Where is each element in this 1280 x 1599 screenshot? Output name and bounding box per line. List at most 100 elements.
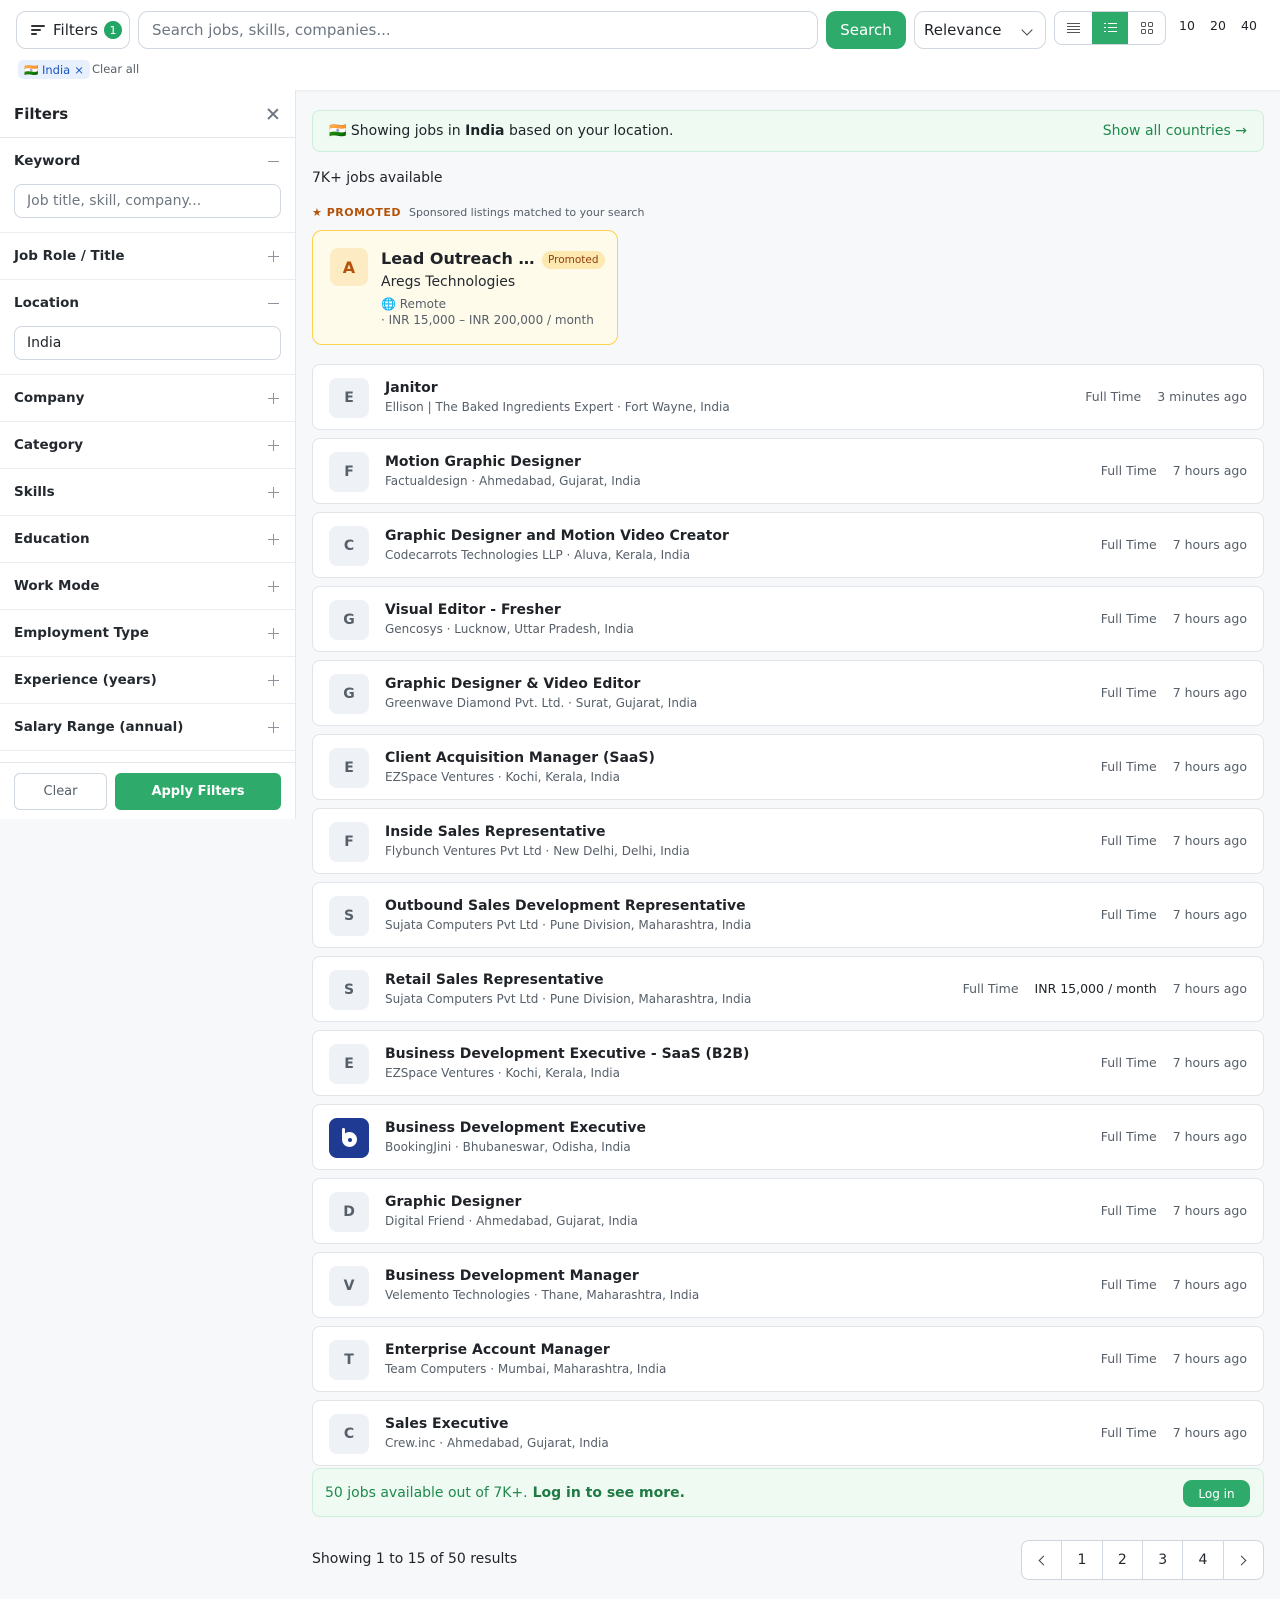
- plus-icon: [268, 250, 279, 262]
- posted-time: 7 hours ago: [1172, 1203, 1247, 1218]
- filter-section-label: Company: [14, 390, 85, 406]
- job-title[interactable]: Outbound Sales Development Representativ…: [385, 898, 746, 914]
- job-card[interactable]: G Visual Editor - Fresher Gencosys · Luckn…: [312, 586, 1264, 652]
- close-icon[interactable]: [267, 108, 279, 120]
- job-card[interactable]: C Sales Executive Crew.inc · Ahmedabad, Gu…: [312, 1400, 1264, 1466]
- active-filter-chip[interactable]: 🇮🇳 India ×: [18, 60, 90, 79]
- apply-filters-button[interactable]: Apply Filters: [115, 773, 281, 810]
- company-logo: T: [329, 1340, 369, 1380]
- posted-time: 7 hours ago: [1172, 759, 1247, 774]
- job-company-location: Greenwave Diamond Pvt. Ltd. · Surat, Guj…: [385, 696, 698, 710]
- sort-select-value: Relevance: [924, 21, 1002, 39]
- posted-time: 7 hours ago: [1172, 981, 1247, 996]
- next-page-button[interactable]: [1224, 1541, 1263, 1579]
- per-page-20[interactable]: 20: [1210, 18, 1226, 33]
- filter-section-header[interactable]: Keyword: [0, 138, 295, 184]
- job-list: E Janitor Ellison | The Baked Ingredients …: [312, 364, 1264, 1474]
- job-card[interactable]: G Graphic Designer & Video Editor Greenwav…: [312, 660, 1264, 726]
- job-title[interactable]: Business Development Executive: [385, 1120, 646, 1136]
- filter-section-header[interactable]: Company: [0, 375, 295, 421]
- page-1-button[interactable]: 1: [1062, 1541, 1103, 1579]
- filter-section-label: Skills: [14, 484, 55, 500]
- company-logo: [329, 1118, 369, 1158]
- view-compact-button[interactable]: [1055, 12, 1092, 44]
- job-company-location: Flybunch Ventures Pvt Ltd · New Delhi, D…: [385, 844, 690, 858]
- filter-section-header[interactable]: Employment Type: [0, 610, 295, 656]
- job-card[interactable]: E Business Development Executive - SaaS (…: [312, 1030, 1264, 1096]
- job-card[interactable]: S Retail Sales Representative Sujata Compu…: [312, 956, 1264, 1022]
- filter-section-header[interactable]: Skills: [0, 469, 295, 515]
- company-logo: E: [329, 378, 369, 418]
- job-card[interactable]: F Inside Sales Representative Flybunch Ven…: [312, 808, 1264, 874]
- job-meta: Full Time 7 hours ago: [1101, 1277, 1247, 1292]
- job-company-location: Codecarrots Technologies LLP · Aluva, Ke…: [385, 548, 691, 562]
- job-title[interactable]: Graphic Designer and Motion Video Creato…: [385, 528, 729, 544]
- prev-page-button[interactable]: [1022, 1541, 1063, 1579]
- show-all-countries-link[interactable]: Show all countries →: [1103, 123, 1247, 139]
- login-prompt-link[interactable]: Log in to see more.: [533, 1485, 685, 1501]
- filter-section-header[interactable]: Experience (years): [0, 657, 295, 703]
- job-meta: Full Time 7 hours ago: [1101, 1055, 1247, 1070]
- chip-remove-icon[interactable]: ×: [74, 63, 84, 77]
- employment-type: Full Time: [1100, 1203, 1157, 1218]
- clear-all-link[interactable]: Clear all: [92, 62, 139, 76]
- per-page-10[interactable]: 10: [1179, 18, 1195, 33]
- job-title[interactable]: Enterprise Account Manager: [385, 1342, 610, 1358]
- page-3-button[interactable]: 3: [1143, 1541, 1184, 1579]
- posted-time: 7 hours ago: [1172, 1425, 1247, 1440]
- job-meta: Full Time 7 hours ago: [1101, 833, 1247, 848]
- job-card[interactable]: V Business Development Manager Velemento T…: [312, 1252, 1264, 1318]
- job-title[interactable]: Janitor: [385, 380, 438, 396]
- employment-type: Full Time: [1100, 1351, 1157, 1366]
- filter-section-header[interactable]: Education: [0, 516, 295, 562]
- job-card[interactable]: T Enterprise Account Manager Team Computer…: [312, 1326, 1264, 1392]
- job-title[interactable]: Graphic Designer & Video Editor: [385, 676, 640, 692]
- search-input[interactable]: [138, 11, 818, 49]
- view-list-button[interactable]: [1091, 12, 1129, 44]
- employment-type: Full Time: [1100, 537, 1157, 552]
- job-card[interactable]: S Outbound Sales Development Representati…: [312, 882, 1264, 948]
- job-title[interactable]: Graphic Designer: [385, 1194, 521, 1210]
- job-title[interactable]: Motion Graphic Designer: [385, 454, 581, 470]
- job-card[interactable]: F Motion Graphic Designer Factualdesign · …: [312, 438, 1264, 504]
- job-title[interactable]: Business Development Manager: [385, 1268, 639, 1284]
- job-card[interactable]: C Graphic Designer and Motion Video Creat…: [312, 512, 1264, 578]
- search-button[interactable]: Search: [826, 11, 906, 49]
- filter-section-label: Location: [14, 295, 79, 311]
- location-input[interactable]: [14, 326, 281, 360]
- posted-time: 7 hours ago: [1172, 685, 1247, 700]
- sort-select[interactable]: Relevance: [914, 11, 1046, 49]
- filters-button[interactable]: Filters 1: [16, 11, 130, 49]
- filter-section-header[interactable]: Salary Range (annual): [0, 704, 295, 750]
- job-card[interactable]: D Graphic Designer Digital Friend · Ahmeda…: [312, 1178, 1264, 1244]
- posted-time: 7 hours ago: [1172, 833, 1247, 848]
- view-grid-button[interactable]: [1128, 12, 1165, 44]
- banner-suffix: based on your location.: [504, 123, 674, 139]
- job-company-location: Sujata Computers Pvt Ltd · Pune Division…: [385, 918, 752, 932]
- job-title[interactable]: Inside Sales Representative: [385, 824, 605, 840]
- job-card[interactable]: E Janitor Ellison | The Baked Ingredients …: [312, 364, 1264, 430]
- job-title[interactable]: Retail Sales Representative: [385, 972, 604, 988]
- filter-section-header[interactable]: Work Mode: [0, 563, 295, 609]
- job-title[interactable]: Business Development Executive - SaaS (B…: [385, 1046, 749, 1062]
- per-page-40[interactable]: 40: [1241, 18, 1257, 33]
- page-4-button[interactable]: 4: [1183, 1541, 1224, 1579]
- job-title[interactable]: Sales Executive: [385, 1416, 509, 1432]
- page-2-button[interactable]: 2: [1103, 1541, 1143, 1579]
- filter-section: Salary Range (annual): [0, 704, 295, 751]
- job-card[interactable]: Business Development Executive BookingJin…: [312, 1104, 1264, 1170]
- posted-time: 3 minutes ago: [1157, 389, 1247, 404]
- job-company-location: EZSpace Ventures · Kochi, Kerala, India: [385, 770, 620, 784]
- job-title[interactable]: Visual Editor - Fresher: [385, 602, 561, 618]
- filter-section-header[interactable]: Category: [0, 422, 295, 468]
- job-card[interactable]: E Client Acquisition Manager (SaaS) EZSpac…: [312, 734, 1264, 800]
- keyword-input[interactable]: [14, 184, 281, 218]
- job-title[interactable]: Lead Outreach Executive: [381, 249, 541, 268]
- promoted-job-card[interactable]: A Lead Outreach Executive Promoted Aregs…: [312, 230, 618, 345]
- clear-filters-button[interactable]: Clear: [14, 773, 107, 810]
- job-title[interactable]: Client Acquisition Manager (SaaS): [385, 750, 655, 766]
- filter-section-header[interactable]: Location: [0, 280, 295, 326]
- filter-section-header[interactable]: Job Role / Title: [0, 233, 295, 279]
- login-button[interactable]: Log in: [1183, 1480, 1250, 1507]
- job-location: 🌐 Remote: [381, 297, 447, 311]
